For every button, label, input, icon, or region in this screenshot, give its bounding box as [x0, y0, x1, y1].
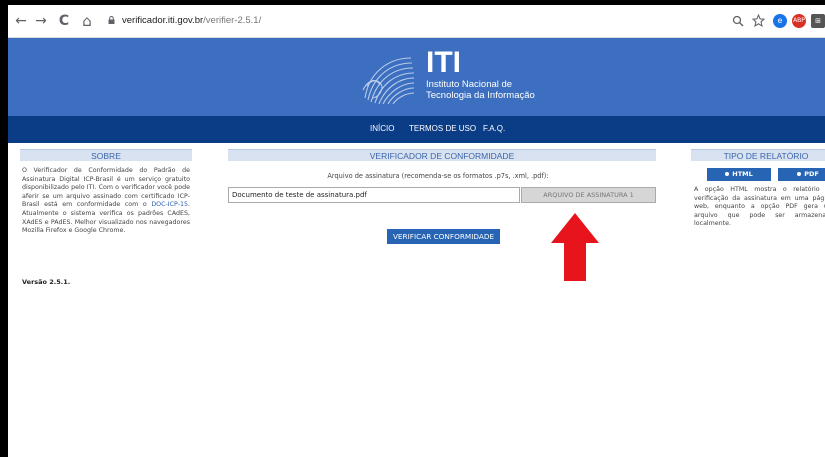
sobre-text: O Verificador de Conformidade do Padrão …	[22, 167, 190, 236]
reload-icon[interactable]: C	[55, 12, 73, 30]
radio-dot-icon	[797, 172, 802, 176]
forward-icon[interactable]: →	[32, 12, 50, 30]
pdf-report-button[interactable]: PDF	[778, 168, 825, 181]
html-button-label: HTML	[732, 170, 753, 178]
signature-file-button[interactable]: ARQUIVO DE ASSINATURA 1	[521, 187, 656, 203]
html-report-button[interactable]: HTML	[707, 168, 771, 181]
logo-subtitle-line2: Tecnologia da Informação	[426, 90, 535, 101]
menu-item-faq[interactable]: F.A.Q.	[483, 124, 505, 133]
extension-e-icon[interactable]: e	[773, 14, 787, 28]
iti-swirl-logo-icon	[362, 57, 415, 105]
url-path: /verifier-2.5.1/	[203, 15, 262, 26]
home-icon[interactable]: ⌂	[78, 12, 96, 30]
file-format-label: Arquivo de assinatura (recomenda-se os f…	[327, 172, 549, 180]
signature-file-field[interactable]: Documento de teste de assinatura.pdf	[228, 187, 520, 203]
verificador-heading: VERIFICADOR DE CONFORMIDADE	[228, 149, 656, 161]
sobre-heading: SOBRE	[20, 149, 192, 161]
tipo-description: A opção HTML mostra o relatório de verif…	[694, 186, 825, 228]
verify-conformity-button[interactable]: VERIFICAR CONFORMIDADE	[387, 229, 500, 244]
extension-dict-icon[interactable]: ⊞	[811, 14, 825, 28]
browser-window: ← → C ⌂ verificador.iti.gov.br/verifier-…	[8, 5, 825, 457]
extension-abp-icon[interactable]: ABP	[792, 14, 806, 28]
radio-dot-icon	[725, 172, 730, 176]
iti-logo-text: ITI	[426, 46, 461, 79]
red-arrow-annotation-icon	[551, 213, 599, 281]
menu-item-termos[interactable]: TERMOS DE USO	[409, 124, 476, 133]
logo-subtitle-line1: Instituto Nacional de	[426, 79, 513, 90]
lock-icon	[108, 16, 115, 24]
back-icon[interactable]: ←	[12, 12, 30, 30]
zoom-icon[interactable]	[732, 15, 744, 27]
url-host: verificador.iti.gov.br	[122, 15, 204, 26]
main-menu: INÍCIO TERMOS DE USO F.A.Q.	[8, 116, 825, 143]
menu-item-inicio[interactable]: INÍCIO	[370, 124, 394, 133]
address-bar[interactable]: verificador.iti.gov.br/verifier-2.5.1/	[122, 11, 261, 31]
site-banner: ITI Instituto Nacional de Tecnologia da …	[8, 38, 825, 116]
pdf-button-label: PDF	[804, 170, 819, 178]
version-label: Versão 2.5.1.	[22, 278, 71, 286]
browser-toolbar: ← → C ⌂ verificador.iti.gov.br/verifier-…	[8, 5, 825, 38]
doc-icp-15-link[interactable]: DOC-ICP-15	[151, 201, 188, 208]
star-icon[interactable]	[752, 14, 765, 27]
tipo-heading: TIPO DE RELATÓRIO	[691, 149, 825, 161]
